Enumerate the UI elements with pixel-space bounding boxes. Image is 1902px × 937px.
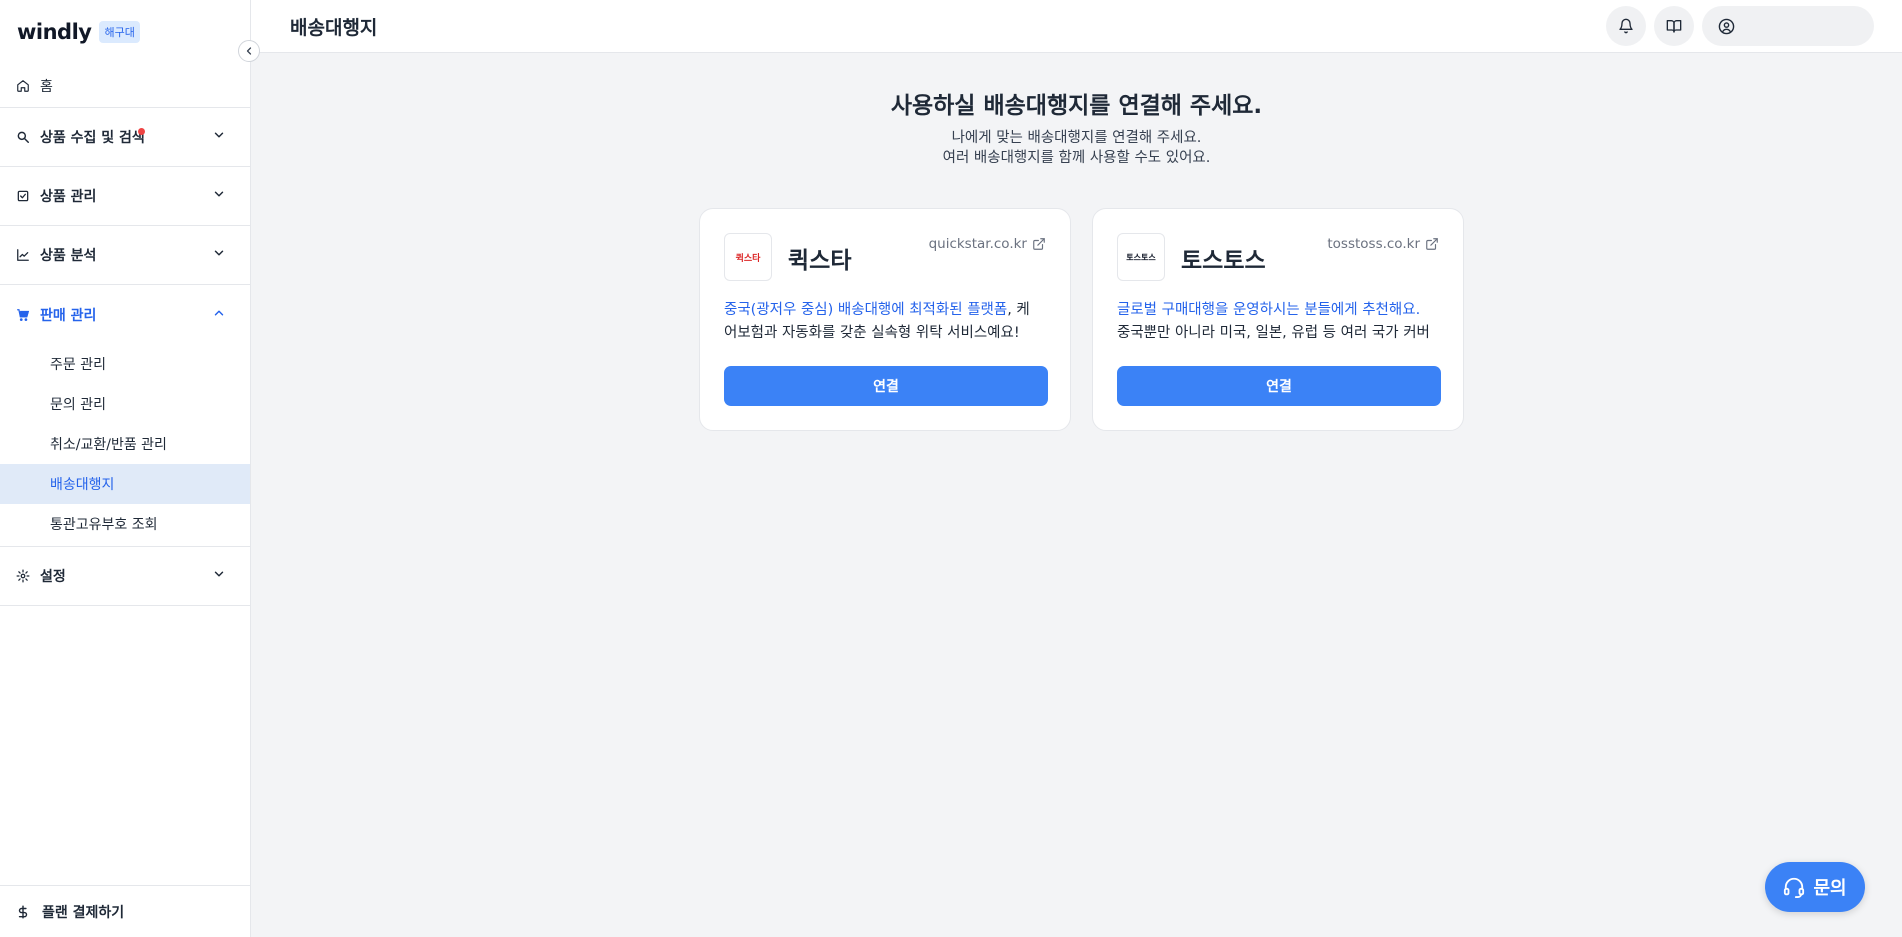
sidebar-section-product-search[interactable]: 상품 수집 및 검색: [0, 108, 250, 167]
card-description: 글로벌 구매대행을 운영하시는 분들에게 추천해요. 중국뿐만 아니라 미국, …: [1117, 299, 1441, 345]
logo-badge: 해구대: [99, 21, 140, 43]
card-link-text: tosstoss.co.kr: [1327, 236, 1420, 252]
sidebar-section-label: 판매 관리: [40, 307, 97, 324]
forwarder-card-tosstoss: 토스토스 토스토스 tosstoss.co.kr 글로벌 구매대행을 운영하시는…: [1092, 208, 1464, 431]
profile-button[interactable]: [1702, 6, 1874, 46]
home-icon: [16, 79, 30, 93]
windly-logo[interactable]: windly: [17, 20, 92, 44]
card-desc-line2: 어보험과 자동화를 갖춘 실속형 위탁 서비스예요!: [724, 325, 1020, 341]
main-subtitle-2: 여러 배송대행지를 함께 사용할 수도 있어요.: [942, 150, 1211, 166]
notification-dot: [138, 128, 145, 135]
sidebar-section-label: 상품 수집 및 검색: [40, 130, 145, 146]
user-circle-icon: [1718, 18, 1735, 34]
inquiry-fab-button[interactable]: 문의: [1765, 862, 1865, 912]
sidebar-item-orders[interactable]: 주문 관리: [0, 344, 250, 384]
guide-button[interactable]: [1654, 6, 1694, 46]
tosstoss-logo-text: 토스토스: [1126, 252, 1156, 262]
sidebar-item-label: 홈: [40, 78, 53, 95]
sidebar-item-home[interactable]: 홈: [0, 64, 250, 108]
sidebar: windly 해구대 홈 상품 수집 및 검색 상품 관리 상품 분석 판매 관…: [0, 0, 260, 937]
chevron-left-icon: [246, 47, 252, 55]
connect-button[interactable]: 연결: [724, 366, 1048, 406]
sales-submenu: 주문 관리 문의 관리 취소/교환/반품 관리 배송대행지 통관고유부호 조회: [0, 344, 250, 547]
card-desc-line2: 중국뿐만 아니라 미국, 일본, 유럽 등 여러 국가 커버: [1117, 325, 1430, 341]
sidebar-section-product-analysis[interactable]: 상품 분석: [0, 226, 250, 285]
external-link-icon: [1426, 238, 1438, 250]
card-external-link[interactable]: quickstar.co.kr: [929, 236, 1046, 252]
sidebar-item-returns[interactable]: 취소/교환/반품 관리: [0, 424, 250, 464]
sidebar-section-product-management[interactable]: 상품 관리: [0, 167, 250, 226]
notifications-button[interactable]: [1606, 6, 1646, 46]
sidebar-item-forwarding[interactable]: 배송대행지: [0, 464, 250, 504]
sidebar-collapse-button[interactable]: [238, 40, 260, 62]
external-link-icon: [1033, 238, 1045, 250]
chevron-down-icon: [212, 567, 226, 585]
card-description: 중국(광저우 중심) 배송대행에 최적화된 플랫폼, 케 어보험과 자동화를 갖…: [724, 299, 1048, 345]
chevron-down-icon: [212, 246, 226, 264]
tosstoss-logo: 토스토스: [1117, 233, 1165, 281]
card-name: 퀵스타: [788, 248, 852, 274]
card-link-text: quickstar.co.kr: [928, 236, 1027, 252]
main-heading: 사용하실 배송대행지를 연결해 주세요.: [890, 93, 1263, 119]
page-title: 배송대행지: [290, 16, 378, 39]
top-header: 배송대행지: [251, 0, 1902, 53]
headset-icon: [1784, 877, 1805, 898]
chart-line-icon: [16, 248, 30, 262]
card-desc-rest: , 케: [1007, 302, 1030, 318]
gear-icon: [16, 569, 30, 583]
chevron-down-icon: [212, 128, 226, 146]
search-icon: [16, 130, 30, 144]
plan-payment-link[interactable]: 플랜 결제하기: [0, 885, 251, 937]
cart-icon: [16, 308, 30, 322]
clipboard-check-icon: [16, 189, 30, 203]
fab-label: 문의: [1813, 878, 1847, 899]
card-desc-highlight: 글로벌 구매대행을 운영하시는 분들에게 추천해요.: [1117, 302, 1421, 318]
book-open-icon: [1666, 20, 1682, 33]
card-desc-highlight: 중국(광저우 중심) 배송대행에 최적화된 플랫폼: [724, 302, 1008, 318]
chevron-up-icon: [212, 306, 226, 324]
connect-button[interactable]: 연결: [1117, 366, 1441, 406]
main-content: 사용하실 배송대행지를 연결해 주세요. 나에게 맞는 배송대행지를 연결해 주…: [251, 53, 1902, 937]
card-external-link[interactable]: tosstoss.co.kr: [1327, 236, 1439, 252]
sidebar-item-inquiries[interactable]: 문의 관리: [0, 384, 250, 424]
chevron-down-icon: [212, 187, 226, 205]
quickstar-logo: 퀵스타: [724, 233, 772, 281]
sidebar-section-label: 상품 분석: [40, 248, 97, 264]
forwarder-card-quickstar: 퀵스타 퀵스타 quickstar.co.kr 중국(광저우 중심) 배송대행에…: [699, 208, 1071, 431]
plan-payment-label: 플랜 결제하기: [42, 904, 125, 921]
sidebar-section-settings[interactable]: 설정: [0, 547, 250, 606]
sidebar-section-label: 설정: [40, 569, 66, 585]
card-name: 토스토스: [1181, 248, 1266, 274]
bell-icon: [1619, 18, 1633, 34]
sidebar-section-sales-management[interactable]: 판매 관리: [0, 285, 250, 344]
dollar-icon: [16, 904, 30, 919]
quickstar-logo-text: 퀵스타: [735, 253, 761, 264]
logo-row: windly 해구대: [0, 0, 250, 64]
sidebar-section-label: 상품 관리: [40, 189, 97, 205]
sidebar-item-customs-code[interactable]: 통관고유부호 조회: [0, 504, 250, 544]
main-subtitle-1: 나에게 맞는 배송대행지를 연결해 주세요.: [951, 130, 1202, 146]
